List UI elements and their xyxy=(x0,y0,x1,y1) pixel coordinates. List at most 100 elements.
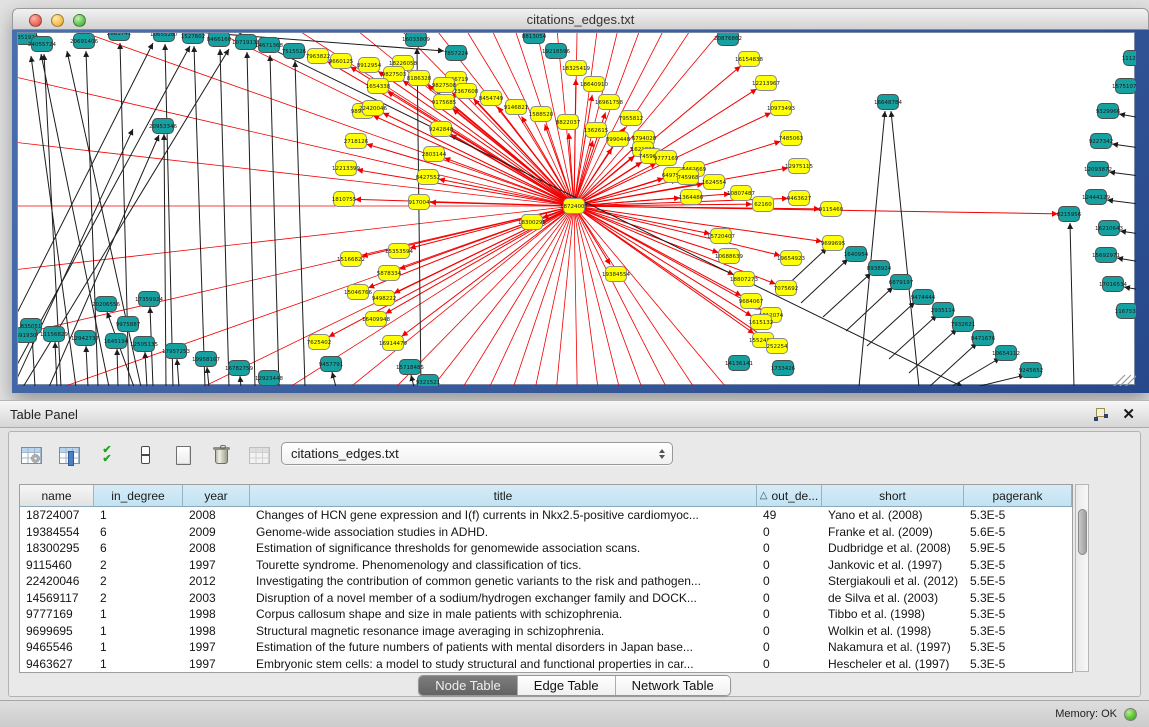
graph-node[interactable] xyxy=(1099,221,1120,236)
graph-node[interactable] xyxy=(308,49,329,64)
graph-node[interactable] xyxy=(933,303,954,318)
column-header-name[interactable]: name xyxy=(20,485,94,507)
cell[interactable]: 9463627 xyxy=(20,656,94,673)
cell[interactable]: 0 xyxy=(757,557,822,574)
cell[interactable]: Tibbo et al. (1998) xyxy=(822,606,964,623)
graph-node[interactable] xyxy=(606,267,627,282)
tab-node-table[interactable]: Node Table xyxy=(419,676,518,695)
graph-node[interactable] xyxy=(409,195,430,210)
graph-node[interactable] xyxy=(584,77,605,92)
cell[interactable]: 2008 xyxy=(183,540,250,557)
graph-node[interactable] xyxy=(821,202,842,217)
graph-node[interactable] xyxy=(751,315,772,330)
canvas-resize-grip[interactable] xyxy=(1113,375,1136,386)
table-row[interactable]: 1456911722003Disruption of a novel membe… xyxy=(20,590,1072,607)
graph-node[interactable] xyxy=(776,281,797,296)
cell[interactable]: 1 xyxy=(94,656,183,673)
cell[interactable]: 5.3E-5 xyxy=(964,639,1072,656)
graph-node[interactable] xyxy=(564,199,585,214)
column-header-in_degree[interactable]: in_degree xyxy=(94,485,183,507)
graph-node[interactable] xyxy=(366,312,387,327)
graph-node[interactable] xyxy=(284,44,305,59)
cell[interactable]: Structural magnetic resonance image aver… xyxy=(250,623,757,640)
cell[interactable]: Nakamura et al. (1997) xyxy=(822,639,964,656)
graph-node[interactable] xyxy=(431,122,452,137)
table-row[interactable]: 969969511998Structural magnetic resonanc… xyxy=(20,623,1072,640)
graph-node[interactable] xyxy=(1021,363,1042,378)
table-row[interactable]: 1830029562008Estimation of significance … xyxy=(20,540,1072,557)
graph-node[interactable] xyxy=(434,95,455,110)
graph-node[interactable] xyxy=(259,371,280,386)
cell[interactable]: 9465546 xyxy=(20,639,94,656)
cell[interactable]: 0 xyxy=(757,590,822,607)
graph-node[interactable] xyxy=(389,244,410,259)
graph-node[interactable] xyxy=(953,317,974,332)
column-header-title[interactable]: title xyxy=(250,485,757,507)
cell[interactable]: 1 xyxy=(94,507,183,524)
cell[interactable]: 6 xyxy=(94,524,183,541)
graph-node[interactable] xyxy=(359,58,380,73)
cell[interactable]: 5.3E-5 xyxy=(964,623,1072,640)
graph-node[interactable] xyxy=(681,190,702,205)
graph-node[interactable] xyxy=(731,186,752,201)
table-row[interactable]: 2242004622012Investigating the contribut… xyxy=(20,573,1072,590)
cell[interactable]: Jankovic et al. (1997) xyxy=(822,557,964,574)
cell[interactable]: Changes of HCN gene expression and I(f) … xyxy=(250,507,757,524)
graph-node[interactable] xyxy=(368,79,389,94)
graph-node[interactable] xyxy=(166,344,187,359)
graph-node[interactable] xyxy=(781,251,802,266)
graph-node[interactable] xyxy=(154,33,175,42)
graph-node[interactable] xyxy=(400,360,421,375)
cell[interactable]: 2 xyxy=(94,573,183,590)
cell[interactable]: Wolkin et al. (1998) xyxy=(822,623,964,640)
graph-node[interactable] xyxy=(1117,304,1137,319)
cell[interactable]: 2 xyxy=(94,557,183,574)
graph-node[interactable] xyxy=(846,247,867,262)
cell[interactable]: 0 xyxy=(757,573,822,590)
network-table-select[interactable]: citations_edges.txt xyxy=(281,442,673,465)
cell[interactable]: Stergiakouli et al. (2012) xyxy=(822,573,964,590)
graph-node[interactable] xyxy=(586,123,607,138)
tab-edge-table[interactable]: Edge Table xyxy=(518,676,616,695)
graph-node[interactable] xyxy=(506,100,527,115)
cell[interactable]: 1 xyxy=(94,623,183,640)
float-panel-icon[interactable] xyxy=(1094,408,1108,421)
graph-node[interactable] xyxy=(74,34,95,49)
cell[interactable]: 22420046 xyxy=(20,573,94,590)
graph-node[interactable] xyxy=(558,115,579,130)
cell[interactable]: 2009 xyxy=(183,524,250,541)
cell[interactable]: Tourette syndrome. Phenomenology and cla… xyxy=(250,557,757,574)
graph-node[interactable] xyxy=(1096,248,1117,263)
cell[interactable]: 2008 xyxy=(183,507,250,524)
cell[interactable]: Estimation of the future numbers of pati… xyxy=(250,639,757,656)
graph-node[interactable] xyxy=(913,290,934,305)
window-titlebar[interactable]: citations_edges.txt xyxy=(12,8,1149,30)
graph-node[interactable] xyxy=(1124,51,1137,66)
graph-node[interactable] xyxy=(331,54,352,69)
cell[interactable]: 2 xyxy=(94,590,183,607)
cell[interactable]: 0 xyxy=(757,639,822,656)
cell[interactable]: 5.3E-5 xyxy=(964,557,1072,574)
cell[interactable]: 1997 xyxy=(183,557,250,574)
graph-node[interactable] xyxy=(546,44,567,59)
graph-node[interactable] xyxy=(346,134,367,149)
cell[interactable]: 1997 xyxy=(183,656,250,673)
cell[interactable]: 0 xyxy=(757,656,822,673)
graph-node[interactable] xyxy=(973,331,994,346)
graph-node[interactable] xyxy=(96,297,117,312)
cell[interactable]: 9115460 xyxy=(20,557,94,574)
graph-node[interactable] xyxy=(229,361,250,376)
graph-node[interactable] xyxy=(599,95,620,110)
graph-node[interactable] xyxy=(424,147,445,162)
cell[interactable]: Hescheler et al. (1997) xyxy=(822,656,964,673)
graph-node[interactable] xyxy=(363,101,384,116)
graph-node[interactable] xyxy=(741,294,762,309)
table-row[interactable]: 946554611997Estimation of the future num… xyxy=(20,639,1072,656)
graph-node[interactable] xyxy=(656,151,677,166)
cell[interactable]: 5.5E-5 xyxy=(964,573,1072,590)
cell[interactable]: 2003 xyxy=(183,590,250,607)
graph-node[interactable] xyxy=(996,346,1017,361)
graph-node[interactable] xyxy=(406,33,427,47)
graph-node[interactable] xyxy=(869,261,890,276)
graph-node[interactable] xyxy=(678,170,699,185)
